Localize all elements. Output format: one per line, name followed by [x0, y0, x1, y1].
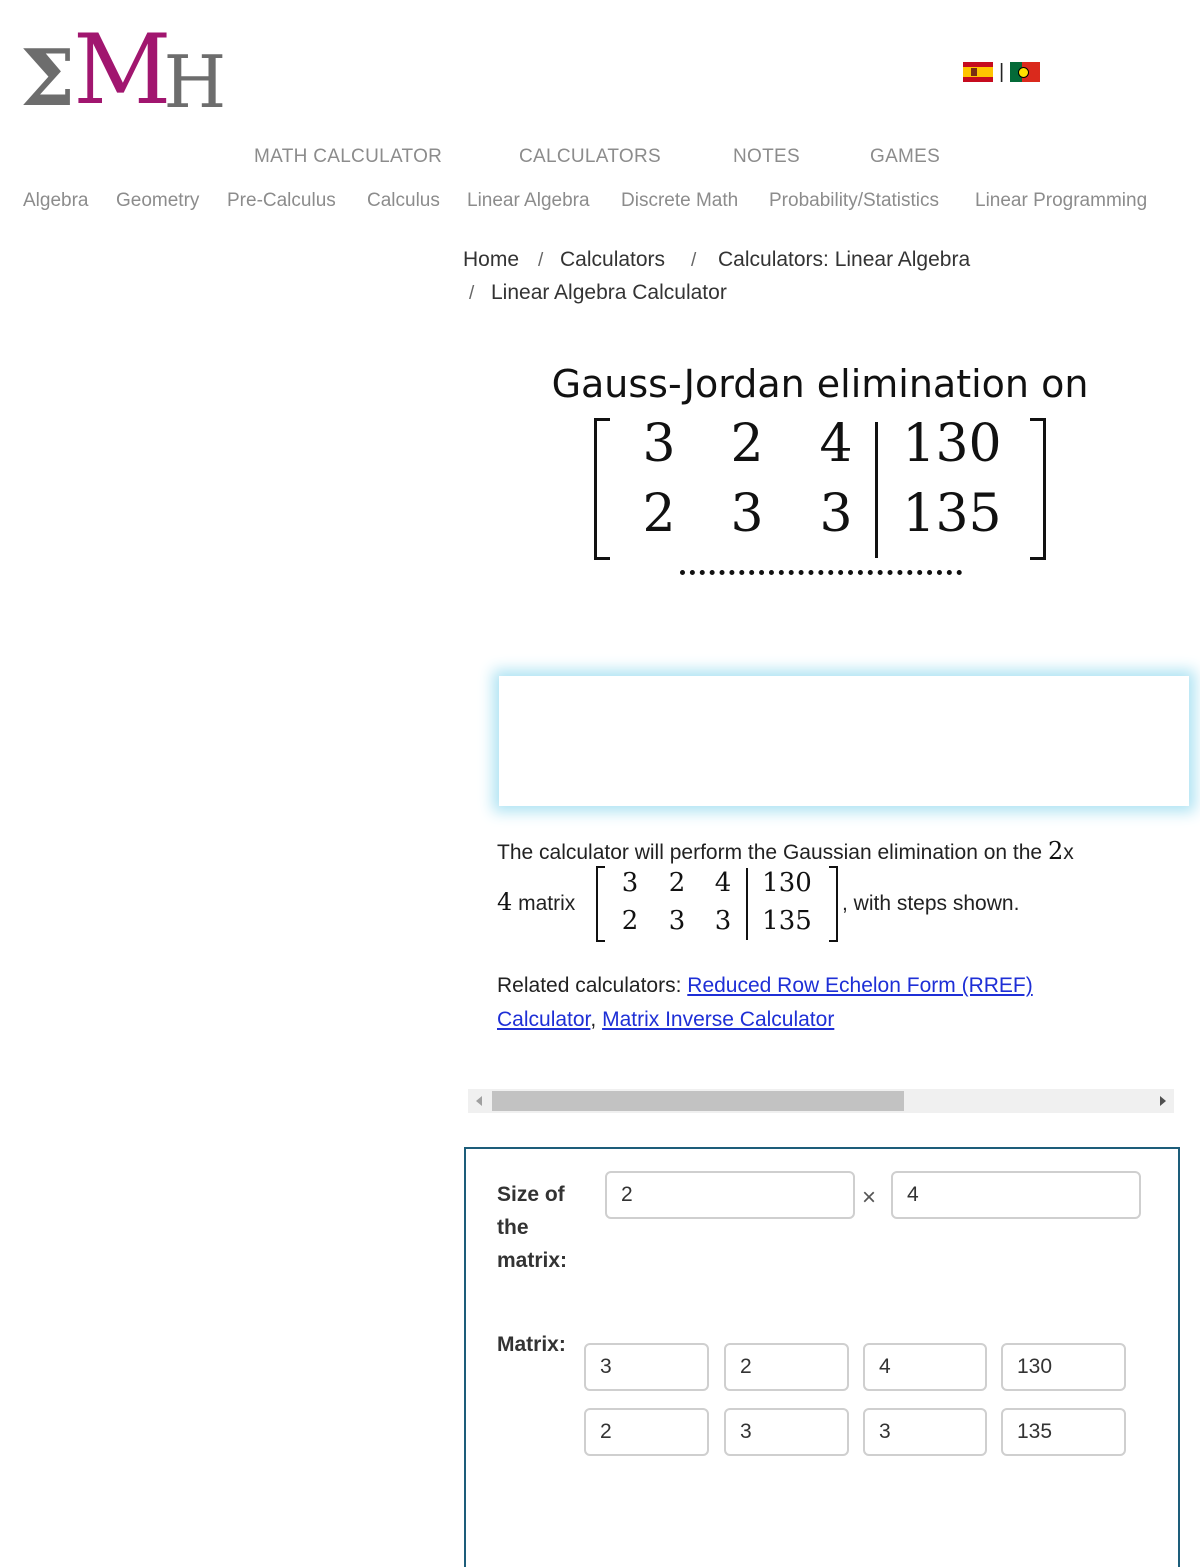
inline-matrix-cell: 3	[621, 868, 639, 898]
rows-count: 2	[1047, 837, 1064, 865]
times-x: x	[1063, 841, 1074, 864]
nav-notes[interactable]: NOTES	[733, 146, 800, 168]
subnav-probability-statistics[interactable]: Probability/Statistics	[769, 190, 939, 212]
matrix-inverse-link[interactable]: Matrix Inverse Calculator	[602, 1008, 834, 1031]
subnav-algebra[interactable]: Algebra	[23, 190, 89, 212]
matrix-right-bracket	[1030, 418, 1046, 560]
rref-calculator-link-cont[interactable]: Calculator	[497, 1008, 590, 1031]
inline-matrix-cell: 2	[668, 868, 686, 898]
site-logo[interactable]: Σ M H	[20, 22, 227, 124]
inline-matrix: 3 2 4 130 2 3 3 135	[596, 866, 838, 942]
inline-matrix-left-bracket	[596, 866, 605, 942]
matrix-cell-input[interactable]: 2	[724, 1343, 849, 1391]
inline-matrix-right-bracket	[829, 866, 838, 942]
inline-matrix-cell: 2	[621, 906, 639, 936]
cols-count: 4	[497, 888, 513, 916]
matrix-cell-input[interactable]: 3	[863, 1408, 987, 1456]
subnav-geometry[interactable]: Geometry	[116, 190, 199, 212]
page-title: Gauss-Jordan elimination on	[551, 362, 1089, 406]
description-suffix: , with steps shown.	[842, 892, 1020, 915]
matrix-cell-input[interactable]: 4	[863, 1343, 987, 1391]
matrix-cell: 4	[819, 414, 853, 474]
matrix-cell: 3	[819, 484, 853, 544]
nav-math-calculator[interactable]: MATH CALCULATOR	[254, 146, 442, 168]
subnav-linear-algebra[interactable]: Linear Algebra	[467, 190, 590, 212]
subnav-linear-programming[interactable]: Linear Programming	[975, 190, 1147, 212]
logo-m: M	[73, 14, 172, 126]
related-comma: ,	[590, 1008, 597, 1031]
breadcrumb-separator: /	[691, 250, 697, 271]
matrix-cell: 3	[730, 484, 764, 544]
horizontal-scrollbar[interactable]	[468, 1089, 1174, 1113]
subnav-calculus[interactable]: Calculus	[367, 190, 440, 212]
nav-games[interactable]: GAMES	[870, 146, 940, 168]
scroll-right-arrow-icon[interactable]	[1160, 1096, 1166, 1106]
matrix-left-bracket	[594, 418, 610, 560]
matrix-cell: 130	[902, 414, 1002, 474]
matrix-cell-input[interactable]: 135	[1001, 1408, 1126, 1456]
dotted-underline	[680, 570, 962, 575]
portuguese-flag-icon[interactable]	[1010, 62, 1041, 82]
size-label-line: the	[497, 1216, 529, 1239]
inline-matrix-cell: 135	[762, 906, 812, 936]
matrix-word: matrix	[518, 892, 576, 915]
matrix-cell: 135	[902, 484, 1002, 544]
inline-augmented-divider	[746, 868, 748, 940]
spanish-flag-icon[interactable]	[963, 62, 993, 82]
breadcrumb-separator: /	[469, 283, 475, 304]
breadcrumb-current: Linear Algebra Calculator	[491, 281, 727, 304]
matrix-cell: 3	[642, 414, 676, 474]
language-switcher: |	[963, 61, 1041, 83]
subnav-discrete-math[interactable]: Discrete Math	[621, 190, 738, 212]
cols-input[interactable]: 4	[891, 1171, 1141, 1219]
inline-matrix-cell: 3	[668, 906, 686, 936]
inline-matrix-cell: 130	[762, 868, 812, 898]
matrix-cell: 2	[730, 414, 764, 474]
scrollbar-thumb[interactable]	[492, 1091, 904, 1111]
main-nav: MATH CALCULATOR CALCULATORS NOTES GAMES	[0, 146, 1200, 172]
description-line2: 4 matrix	[497, 888, 575, 916]
description-text: The calculator will perform the Gaussian…	[497, 841, 1043, 864]
inline-matrix-cell: 3	[714, 906, 732, 936]
matrix-display: 3 2 4 130 2 3 3 135	[594, 414, 1046, 560]
logo-h: H	[163, 40, 227, 124]
matrix-cell-input[interactable]: 130	[1001, 1343, 1126, 1391]
inline-matrix-cell: 4	[714, 868, 732, 898]
size-label-line: Size of	[497, 1183, 565, 1206]
ad-placeholder	[499, 676, 1189, 806]
matrix-cell-input[interactable]: 3	[724, 1408, 849, 1456]
matrix-cell-input[interactable]: 3	[584, 1343, 709, 1391]
breadcrumb-separator: /	[538, 250, 544, 271]
matrix-cell-input[interactable]: 2	[584, 1408, 709, 1456]
size-label-line: matrix:	[497, 1249, 568, 1272]
subject-nav: Algebra Geometry Pre-Calculus Calculus L…	[0, 190, 1200, 216]
breadcrumb-linear-algebra[interactable]: Calculators: Linear Algebra	[718, 248, 970, 272]
size-label: Size of the matrix:	[497, 1178, 567, 1277]
times-icon: ×	[862, 1184, 877, 1211]
matrix-cell: 2	[642, 484, 676, 544]
logo-sigma: Σ	[20, 33, 76, 124]
related-calculators-line2: Calculator, Matrix Inverse Calculator	[497, 1008, 834, 1032]
rows-input[interactable]: 2	[605, 1171, 855, 1219]
breadcrumb-calculators[interactable]: Calculators	[560, 248, 665, 272]
matrix-label: Matrix:	[497, 1333, 566, 1356]
rref-calculator-link[interactable]: Reduced Row Echelon Form (RREF)	[687, 974, 1032, 997]
related-calculators-line1: Related calculators: Reduced Row Echelon…	[497, 974, 1033, 998]
description-line1: The calculator will perform the Gaussian…	[497, 837, 1074, 865]
flag-separator: |	[999, 61, 1005, 83]
breadcrumb-home[interactable]: Home	[463, 248, 519, 272]
scroll-left-arrow-icon[interactable]	[476, 1096, 482, 1106]
related-label: Related calculators:	[497, 974, 682, 997]
subnav-pre-calculus[interactable]: Pre-Calculus	[227, 190, 336, 212]
nav-calculators[interactable]: CALCULATORS	[519, 146, 661, 168]
